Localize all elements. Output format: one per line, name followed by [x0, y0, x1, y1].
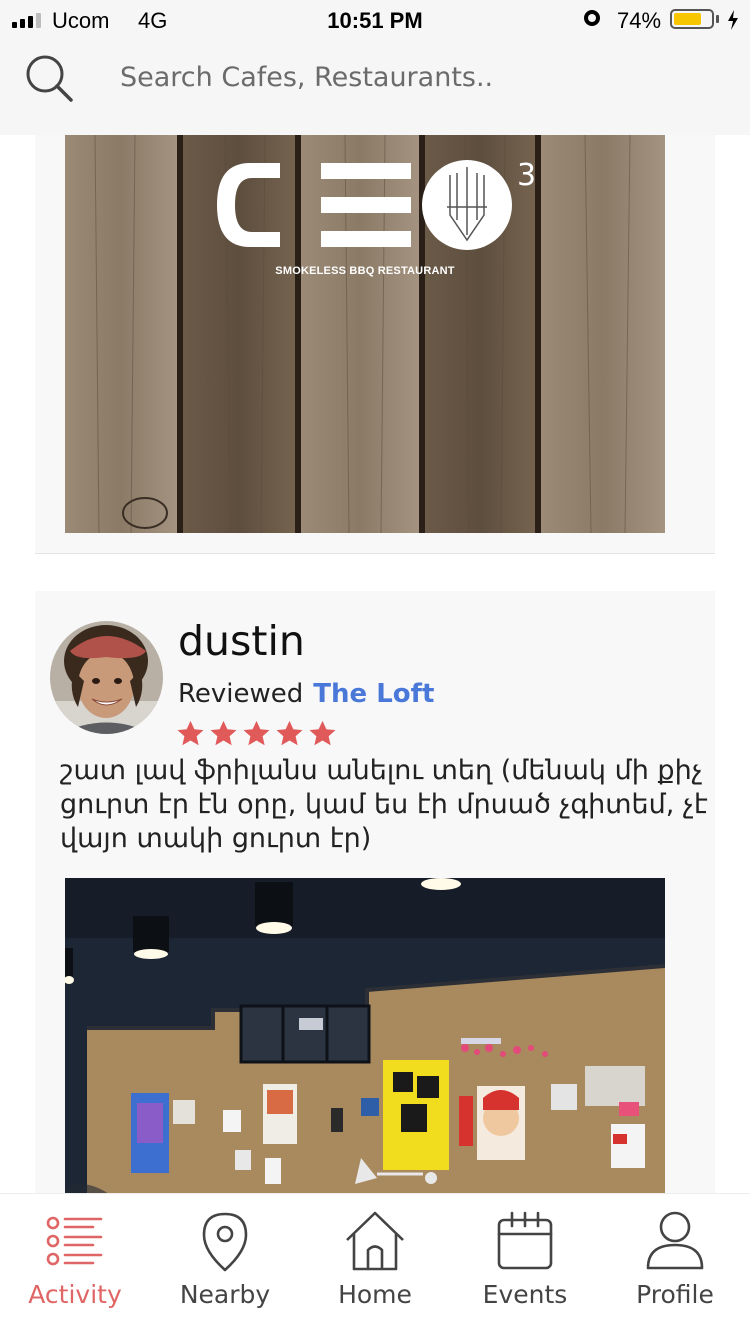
tab-events[interactable]: Events: [450, 1194, 600, 1335]
tab-label: Profile: [636, 1280, 714, 1309]
battery-percentage: 74%: [617, 8, 662, 33]
star-icon: [309, 720, 336, 746]
tab-bar: Activity Nearby Home Events Profile: [0, 1193, 750, 1335]
review-action-line: Reviewed The Loft: [178, 679, 434, 709]
feed-card-review: dustin Reviewed The Loft շատ լավ ֆրիլանս …: [35, 591, 715, 1193]
status-bar: Ucom 4G 10:51 PM 74%: [0, 0, 750, 40]
tab-profile[interactable]: Profile: [600, 1194, 750, 1335]
search-input[interactable]: [120, 56, 680, 98]
tab-activity[interactable]: Activity: [0, 1194, 150, 1335]
home-icon: [346, 1211, 404, 1271]
map-pin-icon: [202, 1212, 248, 1272]
review-photo-image: [65, 878, 665, 1193]
logo-tagline: SMOKELESS BBQ RESTAURANT: [275, 265, 454, 277]
star-icon: [177, 720, 204, 746]
search-icon[interactable]: [24, 53, 74, 103]
avatar[interactable]: [50, 621, 163, 734]
tab-label: Nearby: [179, 1280, 271, 1309]
battery-icon: [670, 9, 714, 29]
review-text: շատ լավ ֆրիլանս անելու տեղ (մենակ մի քիչ…: [60, 755, 708, 854]
alarm-icon: [584, 10, 600, 26]
star-icon: [276, 720, 303, 746]
calendar-icon: [497, 1211, 553, 1270]
activity-list-icon: [46, 1216, 103, 1266]
tab-label: Events: [482, 1280, 568, 1309]
battery-cap: [716, 15, 719, 23]
charging-bolt-icon: [728, 10, 738, 30]
reviewer-name[interactable]: dustin: [178, 617, 305, 665]
feed-card-restaurant: 3 SMOKELESS BBQ RESTAURANT: [35, 135, 715, 554]
logo-superscript: 3: [517, 158, 536, 193]
tab-home[interactable]: Home: [300, 1194, 450, 1335]
activity-feed[interactable]: 3 SMOKELESS BBQ RESTAURANT dustin Review…: [0, 135, 750, 1193]
restaurant-photo[interactable]: 3 SMOKELESS BBQ RESTAURANT: [65, 135, 665, 533]
review-action-label: Reviewed: [178, 679, 304, 709]
tab-nearby[interactable]: Nearby: [150, 1194, 300, 1335]
star-icon: [243, 720, 270, 746]
venue-link[interactable]: The Loft: [313, 679, 434, 709]
user-icon: [646, 1211, 704, 1270]
search-bar: [0, 40, 750, 135]
battery-fill: [674, 13, 701, 25]
rating-stars: [175, 719, 338, 749]
restaurant-logo-image: 3 SMOKELESS BBQ RESTAURANT: [65, 135, 665, 533]
tab-label: Home: [338, 1280, 412, 1309]
star-icon: [210, 720, 237, 746]
reviewer-avatar-image: [50, 621, 163, 734]
review-photo[interactable]: [65, 878, 665, 1193]
tab-label: Activity: [28, 1280, 122, 1309]
